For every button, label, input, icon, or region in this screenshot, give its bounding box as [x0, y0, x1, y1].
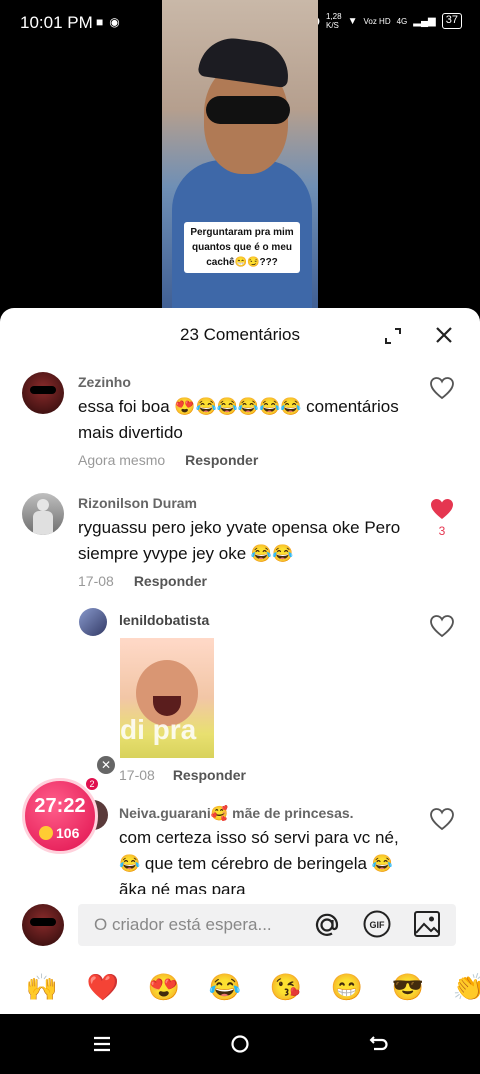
emoji-button[interactable]: 😘 [266, 972, 306, 1003]
coin-count: 106 [39, 825, 79, 841]
gif-image[interactable]: di pra [120, 638, 214, 758]
screen-record-icon: ◉ [109, 15, 120, 29]
battery-icon: 37 [441, 13, 462, 29]
system-nav-bar [0, 1014, 480, 1074]
avatar-glasses [30, 918, 56, 926]
gif-icon[interactable]: GIF [362, 909, 392, 939]
status-left-icons: ■ ◉ [96, 15, 120, 29]
comment-time: 17-08 [119, 767, 155, 783]
wifi-icon: ▼ [347, 15, 358, 27]
video-sunglasses [206, 96, 290, 124]
comment-input-placeholder: O criador está espera... [94, 915, 272, 934]
emoji-button[interactable]: ❤️ [83, 972, 123, 1003]
live-timer: 27:22 [34, 795, 86, 817]
emoji-button[interactable]: 😁 [327, 972, 367, 1003]
gif-overlay-text: di pra [120, 714, 197, 745]
comment-meta: 17-08 Responder [119, 767, 246, 783]
coin-icon [39, 826, 53, 840]
video-caption: Perguntaram pra mim quantos que é o meu … [184, 222, 300, 273]
home-icon[interactable] [229, 1033, 251, 1055]
svg-text:GIF: GIF [370, 920, 386, 930]
comment-meta: Agora mesmo Responder [78, 452, 258, 468]
speed-unit: K/S [326, 21, 339, 30]
my-avatar [22, 904, 64, 946]
avatar-figure [37, 499, 49, 511]
close-icon[interactable] [432, 323, 456, 347]
back-icon[interactable] [368, 1034, 390, 1054]
comment-time: Agora mesmo [78, 452, 166, 468]
comment-username[interactable]: Zezinho [78, 374, 131, 390]
avatar-glasses [30, 386, 56, 394]
image-icon[interactable] [412, 909, 442, 939]
app-screen: 10:01 PM ■ ◉ ⬤ 1,28 K/S ▼ Voz HD 4G ▂▄▆ … [0, 0, 480, 1074]
like-heart-icon[interactable] [429, 807, 455, 831]
network-gen: 4G [396, 16, 408, 26]
status-time: 10:01 PM [20, 13, 93, 32]
comment-text: ryguassu pero jeko yvate opensa oke Pero… [78, 518, 401, 563]
avatar[interactable] [79, 608, 107, 636]
avatar-body [33, 511, 53, 535]
comment-username[interactable]: Rizonilson Duram [78, 495, 197, 511]
emoji-button[interactable]: 😍 [144, 972, 184, 1003]
comment-text: com certeza isso só servi para vc né,😂 q… [119, 828, 399, 899]
volte-label: Voz HD [363, 16, 391, 26]
comment-input-bar: O criador está espera... GIF [0, 894, 480, 954]
video-player[interactable]: Perguntaram pra mim quantos que é o meu … [162, 0, 318, 312]
reply-button[interactable]: Responder [173, 767, 246, 783]
comments-title: 23 Comentários [179, 325, 300, 344]
like-count: 3 [438, 524, 446, 538]
mention-icon[interactable] [311, 909, 343, 941]
dismiss-live-badge-button[interactable]: ✕ [97, 756, 115, 774]
emoji-button[interactable]: 🙌 [22, 972, 62, 1003]
expand-icon[interactable] [382, 325, 404, 347]
emoji-shortcut-row: 🙌 ❤️ 😍 😂 😘 😁 😎 👏 [0, 972, 480, 1012]
video-call-icon: ■ [96, 15, 104, 29]
avatar[interactable] [22, 372, 64, 414]
comment-input[interactable]: O criador está espera... GIF [78, 904, 456, 946]
comment-meta: 17-08 Responder [78, 573, 207, 589]
signal-icon: ▂▄▆ [413, 15, 436, 27]
reply-button[interactable]: Responder [185, 452, 258, 468]
comment-time: 17-08 [78, 573, 114, 589]
comment-text: essa foi boa 😍😂😂😂😂😂 comentários mais div… [78, 397, 399, 442]
live-badge-count: 2 [85, 777, 99, 791]
coin-value: 106 [56, 825, 80, 841]
live-timer-badge[interactable]: 27:22 106 2 [22, 777, 99, 854]
speed-value: 1,28 [326, 12, 342, 21]
avatar[interactable] [22, 493, 64, 535]
emoji-button[interactable]: 👏 [449, 972, 480, 1003]
comments-sheet: 23 Comentários Zezinho essa foi boa 😍😂😂😂… [0, 308, 480, 1014]
video-cap [197, 33, 293, 89]
network-speed: 1,28 K/S [326, 12, 342, 30]
status-right-icons: ⬤ 1,28 K/S ▼ Voz HD 4G ▂▄▆ 37 [309, 12, 462, 30]
liked-heart-icon[interactable] [429, 497, 455, 521]
like-heart-icon[interactable] [429, 614, 455, 638]
menu-icon[interactable] [92, 1034, 112, 1054]
emoji-button[interactable]: 😎 [388, 972, 428, 1003]
emoji-button[interactable]: 😂 [205, 972, 245, 1003]
like-heart-icon[interactable] [429, 376, 455, 400]
reply-button[interactable]: Responder [134, 573, 207, 589]
comment-username[interactable]: Neiva.guarani🥰 mãe de princesas. [119, 805, 354, 822]
comment-username[interactable]: lenildobatista [119, 612, 209, 628]
